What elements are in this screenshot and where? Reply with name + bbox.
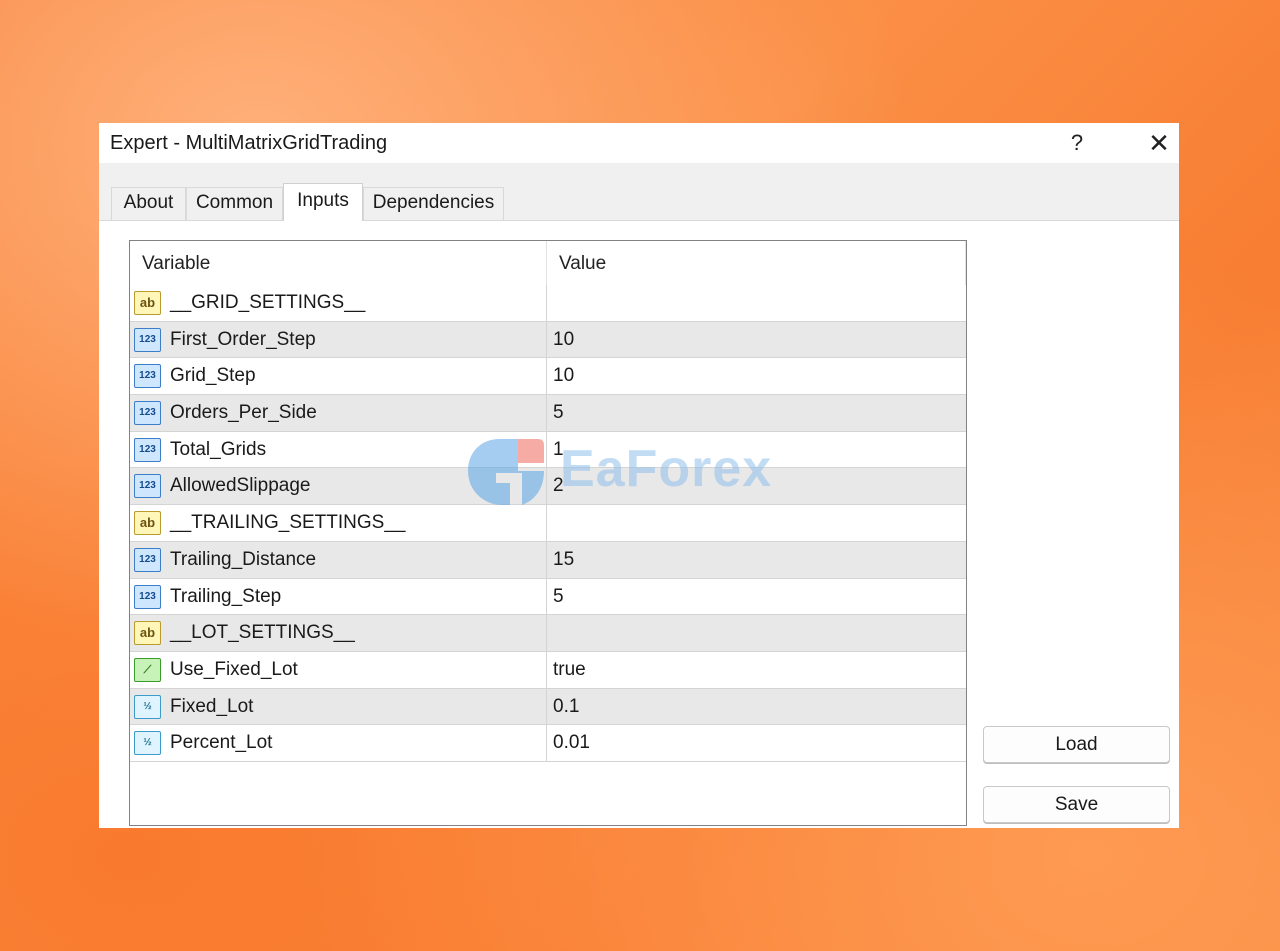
tab-dependencies[interactable]: Dependencies: [363, 187, 504, 220]
help-button[interactable]: ?: [1057, 127, 1097, 159]
watermark-text: EaForex: [560, 440, 773, 498]
value-cell[interactable]: 10: [547, 322, 966, 358]
title-bar: Expert - MultiMatrixGridTrading ? ✕: [99, 123, 1179, 163]
table-row[interactable]: ½ Percent_Lot 0.01: [130, 725, 966, 762]
table-row[interactable]: ⟋ Use_Fixed_Lot true: [130, 651, 966, 689]
variable-name: Orders_Per_Side: [170, 402, 317, 424]
inputs-grid[interactable]: Variable Value ab __GRID_SETTINGS__ 123 Fir…: [129, 240, 967, 826]
header-variable[interactable]: Variable: [130, 241, 547, 286]
variable-name: Percent_Lot: [170, 732, 273, 754]
table-row[interactable]: 123 Trailing_Distance 15: [130, 541, 966, 579]
table-row[interactable]: ab __GRID_SETTINGS__: [130, 285, 966, 322]
save-button[interactable]: Save: [983, 786, 1170, 823]
value-cell[interactable]: 5: [547, 579, 966, 615]
variable-name: AllowedSlippage: [170, 475, 311, 497]
double-type-icon: ½: [134, 694, 161, 719]
variable-cell[interactable]: 123 First_Order_Step: [130, 321, 547, 358]
close-button[interactable]: ✕: [1139, 127, 1179, 159]
table-row[interactable]: 123 Trailing_Step 5: [130, 578, 966, 616]
table-row[interactable]: 123 First_Order_Step 10: [130, 321, 966, 359]
variable-name: Trailing_Distance: [170, 548, 317, 570]
string-type-icon: ab: [134, 511, 161, 536]
int-type-icon: 123: [134, 584, 161, 609]
value-cell[interactable]: 5: [547, 395, 966, 431]
variable-name: First_Order_Step: [170, 328, 316, 350]
header-value[interactable]: Value: [547, 241, 966, 286]
eaforex-logo-icon: [468, 439, 544, 505]
variable-cell[interactable]: 123 Grid_Step: [130, 358, 547, 395]
variable-name: __LOT_SETTINGS__: [170, 622, 355, 644]
inputs-panel: Variable Value ab __GRID_SETTINGS__ 123 Fir…: [99, 220, 1179, 828]
table-row[interactable]: ab __LOT_SETTINGS__: [130, 615, 966, 652]
variable-name: Grid_Step: [170, 365, 256, 387]
value-cell[interactable]: 15: [547, 542, 966, 578]
bool-type-icon: ⟋: [134, 657, 161, 682]
value-cell[interactable]: true: [547, 652, 966, 688]
value-cell[interactable]: 0.1: [547, 689, 966, 725]
variable-name: __TRAILING_SETTINGS__: [170, 512, 406, 534]
int-type-icon: 123: [134, 327, 161, 352]
table-row[interactable]: ½ Fixed_Lot 0.1: [130, 688, 966, 726]
variable-name: Total_Grids: [170, 438, 267, 460]
value-cell[interactable]: 10: [547, 358, 966, 394]
int-type-icon: 123: [134, 401, 161, 426]
variable-name: Trailing_Step: [170, 585, 282, 607]
variable-cell[interactable]: 123 Trailing_Distance: [130, 541, 547, 578]
variable-name: Use_Fixed_Lot: [170, 658, 298, 680]
table-row[interactable]: 123 Grid_Step 10: [130, 358, 966, 396]
variable-cell[interactable]: ⟋ Use_Fixed_Lot: [130, 651, 547, 688]
value-cell[interactable]: [547, 285, 966, 321]
variable-cell[interactable]: ½ Fixed_Lot: [130, 688, 547, 725]
double-type-icon: ½: [134, 731, 161, 756]
tab-common[interactable]: Common: [186, 187, 283, 220]
int-type-icon: 123: [134, 364, 161, 389]
variable-cell[interactable]: ab __LOT_SETTINGS__: [130, 615, 547, 651]
variable-name: Fixed_Lot: [170, 695, 254, 717]
watermark-logo: EaForex: [460, 433, 830, 513]
grid-rows: ab __GRID_SETTINGS__ 123 First_Order_Step 10…: [130, 285, 966, 762]
tab-about[interactable]: About: [111, 187, 186, 220]
tab-inputs[interactable]: Inputs: [283, 183, 363, 221]
grid-header: Variable Value: [130, 241, 966, 286]
string-type-icon: ab: [134, 621, 161, 646]
variable-name: __GRID_SETTINGS__: [170, 292, 366, 313]
int-type-icon: 123: [134, 474, 161, 499]
int-type-icon: 123: [134, 437, 161, 462]
int-type-icon: 123: [134, 547, 161, 572]
table-row[interactable]: 123 Orders_Per_Side 5: [130, 395, 966, 432]
load-button[interactable]: Load: [983, 726, 1170, 763]
window-title: Expert - MultiMatrixGridTrading: [110, 132, 388, 154]
variable-cell[interactable]: 123 Orders_Per_Side: [130, 395, 547, 431]
variable-cell[interactable]: ½ Percent_Lot: [130, 725, 547, 761]
variable-cell[interactable]: ab __GRID_SETTINGS__: [130, 285, 547, 321]
value-cell[interactable]: [547, 615, 966, 651]
value-cell[interactable]: 0.01: [547, 725, 966, 761]
string-type-icon: ab: [134, 291, 161, 315]
variable-cell[interactable]: 123 Trailing_Step: [130, 578, 547, 615]
tab-strip: About Common Inputs Dependencies: [99, 163, 1179, 221]
